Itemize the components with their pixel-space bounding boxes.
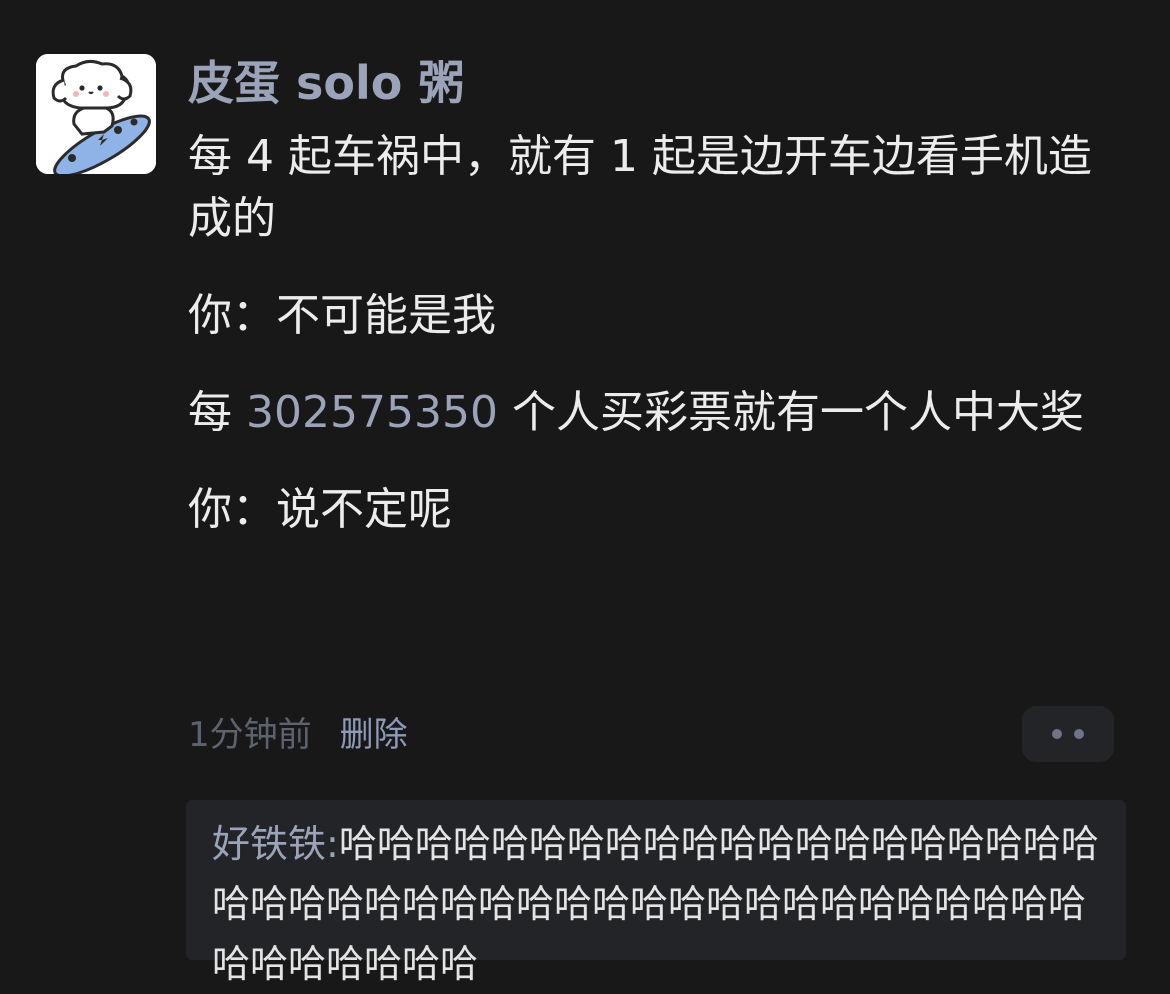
post-line-suffix: 个人买彩票就有一个人中大奖 xyxy=(497,387,1084,438)
post-line: 你：不可能是我 xyxy=(188,290,496,341)
more-dots-icon xyxy=(1074,729,1084,739)
dog-on-skateboard-icon xyxy=(36,54,156,174)
post-line: 每 4 起车祸中，就有 1 起是边开车边看手机造成的 xyxy=(188,131,1092,244)
reply-item[interactable]: 好铁铁:哈哈哈哈哈哈哈哈哈哈哈哈哈哈哈哈哈哈哈哈哈哈哈哈哈哈哈哈哈哈哈哈哈哈哈哈… xyxy=(212,814,1102,994)
post-line-prefix: 每 xyxy=(188,387,246,438)
more-options-button[interactable] xyxy=(1022,706,1114,762)
reply-box: 好铁铁:哈哈哈哈哈哈哈哈哈哈哈哈哈哈哈哈哈哈哈哈哈哈哈哈哈哈哈哈哈哈哈哈哈哈哈哈… xyxy=(186,800,1126,986)
post-content: 每 4 起车祸中，就有 1 起是边开车边看手机造成的 你：不可能是我 每 302… xyxy=(188,126,1128,541)
username[interactable]: 皮蛋 solo 粥 xyxy=(188,54,464,112)
post-line: 你：说不定呢 xyxy=(188,484,452,535)
post-line: 每 302575350 个人买彩票就有一个人中大奖 xyxy=(188,382,1128,444)
timestamp: 1分钟前 xyxy=(188,715,312,755)
reply-text: 哈哈哈哈哈哈哈哈哈哈哈哈哈哈哈哈哈哈哈哈哈哈哈哈哈哈哈哈哈哈哈哈哈哈哈哈哈哈哈哈… xyxy=(212,822,1099,986)
delete-button[interactable]: 删除 xyxy=(340,715,408,755)
lottery-odds-number: 302575350 xyxy=(246,387,498,438)
post-meta: 1分钟前 删除 xyxy=(188,710,408,760)
more-dots-icon xyxy=(1052,729,1062,739)
avatar[interactable] xyxy=(36,54,156,174)
reply-author[interactable]: 好铁铁: xyxy=(212,822,339,866)
